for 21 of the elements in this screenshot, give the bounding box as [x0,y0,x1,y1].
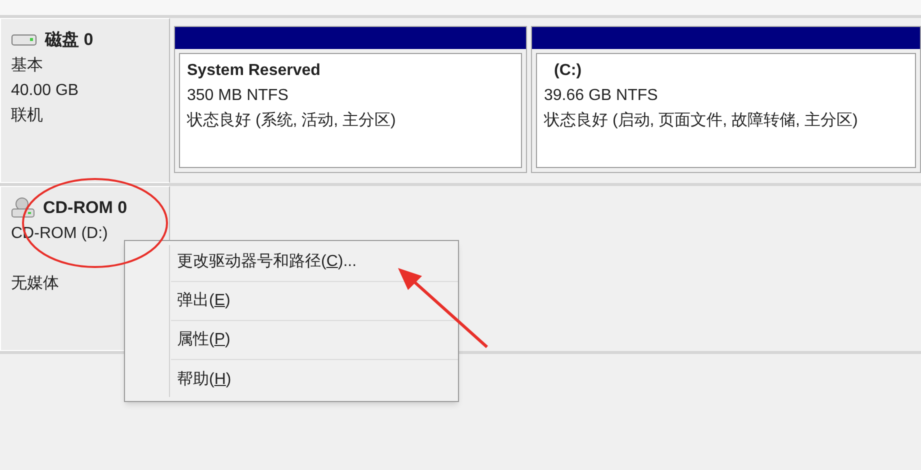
partition-status: 状态良好 (启动, 页面文件, 故障转储, 主分区) [544,112,858,129]
partition-status: 状态良好 (系统, 活动, 主分区) [187,112,396,129]
menu-item[interactable]: 属性(P) [177,328,230,352]
hard-drive-icon [11,34,37,46]
partition-size: 350 MB NTFS [187,87,288,104]
disk-detail: 40.00 GB [11,82,79,98]
partition-title: System Reserved [187,62,320,79]
disk-name: CD-ROM 0 [43,197,128,219]
partition-title: (C:) [553,62,582,79]
disk-name: 磁盘 0 [45,29,94,51]
disk-info-panel[interactable]: 磁盘 0 基本 40.00 GB 联机 [0,18,170,183]
menu-item[interactable]: 更改驱动器号和路径(C)... [177,250,357,274]
partition-block[interactable]: System Reserved 350 MB NTFS 状态良好 (系统, 活动, 主分区) [174,26,527,173]
disk-detail: 联机 [11,106,43,124]
disk-detail: 基本 [11,56,43,74]
partition-size: 39.66 GB NTFS [544,87,658,104]
partition-block[interactable]: (C:) 39.66 GB NTFS 状态良好 (启动, 页面文件, 故障转储, 主分区) [531,26,921,173]
menu-item[interactable]: 帮助(H) [177,368,232,392]
media-status: 无媒体 [11,274,59,292]
menu-item[interactable]: 弹出(E) [177,289,230,313]
disc-drive-icon [11,196,35,219]
